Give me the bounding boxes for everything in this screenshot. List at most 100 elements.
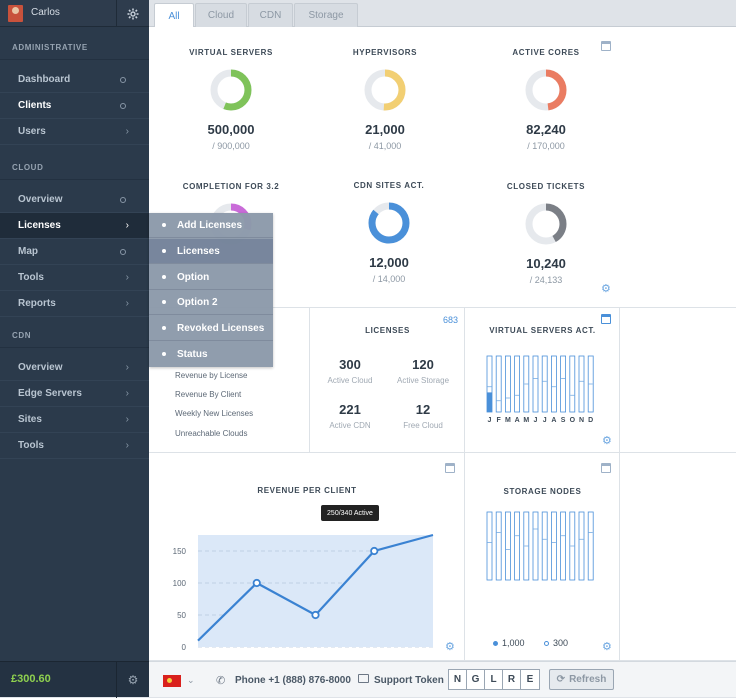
legend-dot [493, 640, 498, 646]
token-key[interactable]: G [467, 670, 485, 689]
legend-label: 1,000 [502, 638, 525, 648]
bar-track [578, 511, 585, 581]
menu-item-licenses[interactable]: Licenses [149, 239, 273, 264]
report-link[interactable]: Revenue by License [175, 371, 248, 380]
bar-track [505, 355, 511, 413]
data-point[interactable] [370, 546, 379, 556]
support-token[interactable]: Support Token [374, 675, 444, 686]
month-label: M [523, 417, 529, 424]
bar-track [551, 355, 557, 413]
calendar-icon[interactable] [601, 314, 611, 324]
section-cdn: CDN [12, 331, 32, 340]
licenses-panel: LICENSES 683 300 Active Cloud 120 Active S… [310, 308, 465, 453]
calendar-icon[interactable] [601, 463, 611, 473]
gear-icon[interactable]: ⚙ [602, 434, 612, 447]
sidebar-item-sites[interactable]: Sites › [0, 407, 149, 433]
tab-storage[interactable]: Storage [294, 3, 358, 27]
sidebar-item-overview[interactable]: Overview [0, 187, 149, 213]
month-label: J [543, 417, 547, 424]
phone-icon: ✆ [216, 675, 226, 687]
sidebar-item-map[interactable]: Map [0, 239, 149, 265]
chevron-right-icon: › [125, 220, 129, 231]
tab-bar: All Cloud CDN Storage ➤ [149, 0, 736, 28]
sidebar-item-clients[interactable]: Clients [0, 93, 149, 119]
refresh-button[interactable]: ⟳ Refresh [549, 669, 614, 690]
bar-track [495, 355, 502, 413]
hong-kong-flag-icon[interactable] [163, 675, 181, 687]
bar-track [486, 511, 493, 581]
chevron-down-icon[interactable]: ⌄ [187, 675, 195, 686]
storage-chart [486, 511, 594, 581]
chevron-right-icon: › [125, 414, 129, 425]
month-label: A [551, 417, 556, 424]
report-link[interactable]: Unreachable Clouds [175, 429, 248, 438]
circle-icon [120, 77, 126, 83]
month-label: J [534, 417, 538, 424]
sidebar-item-licenses[interactable]: Licenses › [0, 213, 149, 239]
menu-item-add-licenses[interactable]: Add Licenses [149, 213, 273, 238]
token-key[interactable]: L [485, 670, 503, 689]
tab-cdn[interactable]: CDN [248, 3, 293, 27]
donut-cdn-sites [368, 202, 410, 244]
vs-act-title: VIRTUAL SERVERS ACT. [489, 326, 596, 335]
sidebar-item-edge-servers[interactable]: Edge Servers › [0, 381, 149, 407]
data-point[interactable] [311, 610, 320, 620]
y-tick-label: 0 [182, 643, 187, 652]
bar-track [532, 355, 539, 413]
sidebar-item-users[interactable]: Users › [0, 119, 149, 145]
tab-cloud[interactable]: Cloud [195, 3, 247, 27]
report-link[interactable]: Revenue By Client [175, 390, 241, 399]
token-key[interactable]: R [503, 670, 521, 689]
circle-icon [120, 103, 126, 109]
month-label: N [579, 417, 584, 424]
sidebar-item-cdn-tools[interactable]: Tools › [0, 433, 149, 459]
gear-icon[interactable]: ⚙ [601, 282, 611, 295]
legend-label: 300 [553, 638, 569, 648]
month-label: J [488, 417, 492, 424]
token-key[interactable]: E [521, 670, 539, 689]
calendar-icon[interactable] [445, 463, 455, 473]
license-cell: 120 Active Storage [396, 357, 450, 385]
avatar[interactable] [8, 5, 23, 22]
menu-item-option[interactable]: Option [149, 265, 273, 290]
bar-track [514, 511, 520, 581]
month-label: S [561, 417, 566, 424]
gear-icon[interactable]: ⚙ [602, 640, 612, 653]
sidebar-item-cdn-overview[interactable]: Overview › [0, 355, 149, 381]
token-key[interactable]: N [449, 670, 467, 689]
tab-all[interactable]: All [154, 3, 194, 28]
report-link[interactable]: Weekly New Licenses [175, 409, 253, 418]
menu-item-status[interactable]: Status [149, 342, 273, 367]
chevron-right-icon: › [125, 298, 129, 309]
legend-item: 1,000 [493, 638, 525, 648]
gear-icon[interactable]: ⚙ [445, 640, 455, 653]
y-tick-label: 150 [173, 547, 187, 556]
licenses-popup-menu: Add Licenses Licenses Option Option 2 Re… [149, 213, 273, 367]
bar-track [551, 511, 557, 581]
data-point[interactable] [252, 578, 261, 588]
licenses-title: LICENSES [365, 326, 410, 335]
logout-button[interactable]: ⚙ [116, 662, 149, 698]
sidebar-item-tools[interactable]: Tools › [0, 265, 149, 291]
user-bar: Carlos [0, 0, 149, 27]
license-cell: 12 Free Cloud [403, 402, 443, 430]
section-administrative: ADMINISTRATIVE [12, 43, 88, 52]
revenue-chart: 050100150April 2013May 2013 [173, 533, 434, 652]
menu-item-revoked-licenses[interactable]: Revoked Licenses [149, 316, 273, 341]
donut-closed-tickets [525, 203, 567, 245]
y-tick-label: 100 [173, 579, 187, 588]
menu-item-option-2[interactable]: Option 2 [149, 290, 273, 315]
phone-text[interactable]: Phone +1 (888) 876-8000 [235, 675, 351, 686]
sidebar-item-reports[interactable]: Reports › [0, 291, 149, 317]
sidebar-item-dashboard[interactable]: Dashboard [0, 67, 149, 93]
bar-track [587, 511, 594, 581]
chevron-right-icon: › [125, 126, 129, 137]
sidebar-footer: £300.60 ⚙ [0, 661, 149, 698]
bar-track [514, 355, 520, 413]
settings-button[interactable] [116, 0, 149, 27]
refresh-icon: ⟳ [556, 674, 566, 685]
legend-item: 300 [544, 638, 568, 648]
balance: £300.60 [11, 673, 51, 685]
chart-tooltip: 250/340 Active [321, 505, 379, 521]
revenue-panel: REVENUE PER CLIENT 050100150April 2013Ma… [149, 453, 465, 661]
